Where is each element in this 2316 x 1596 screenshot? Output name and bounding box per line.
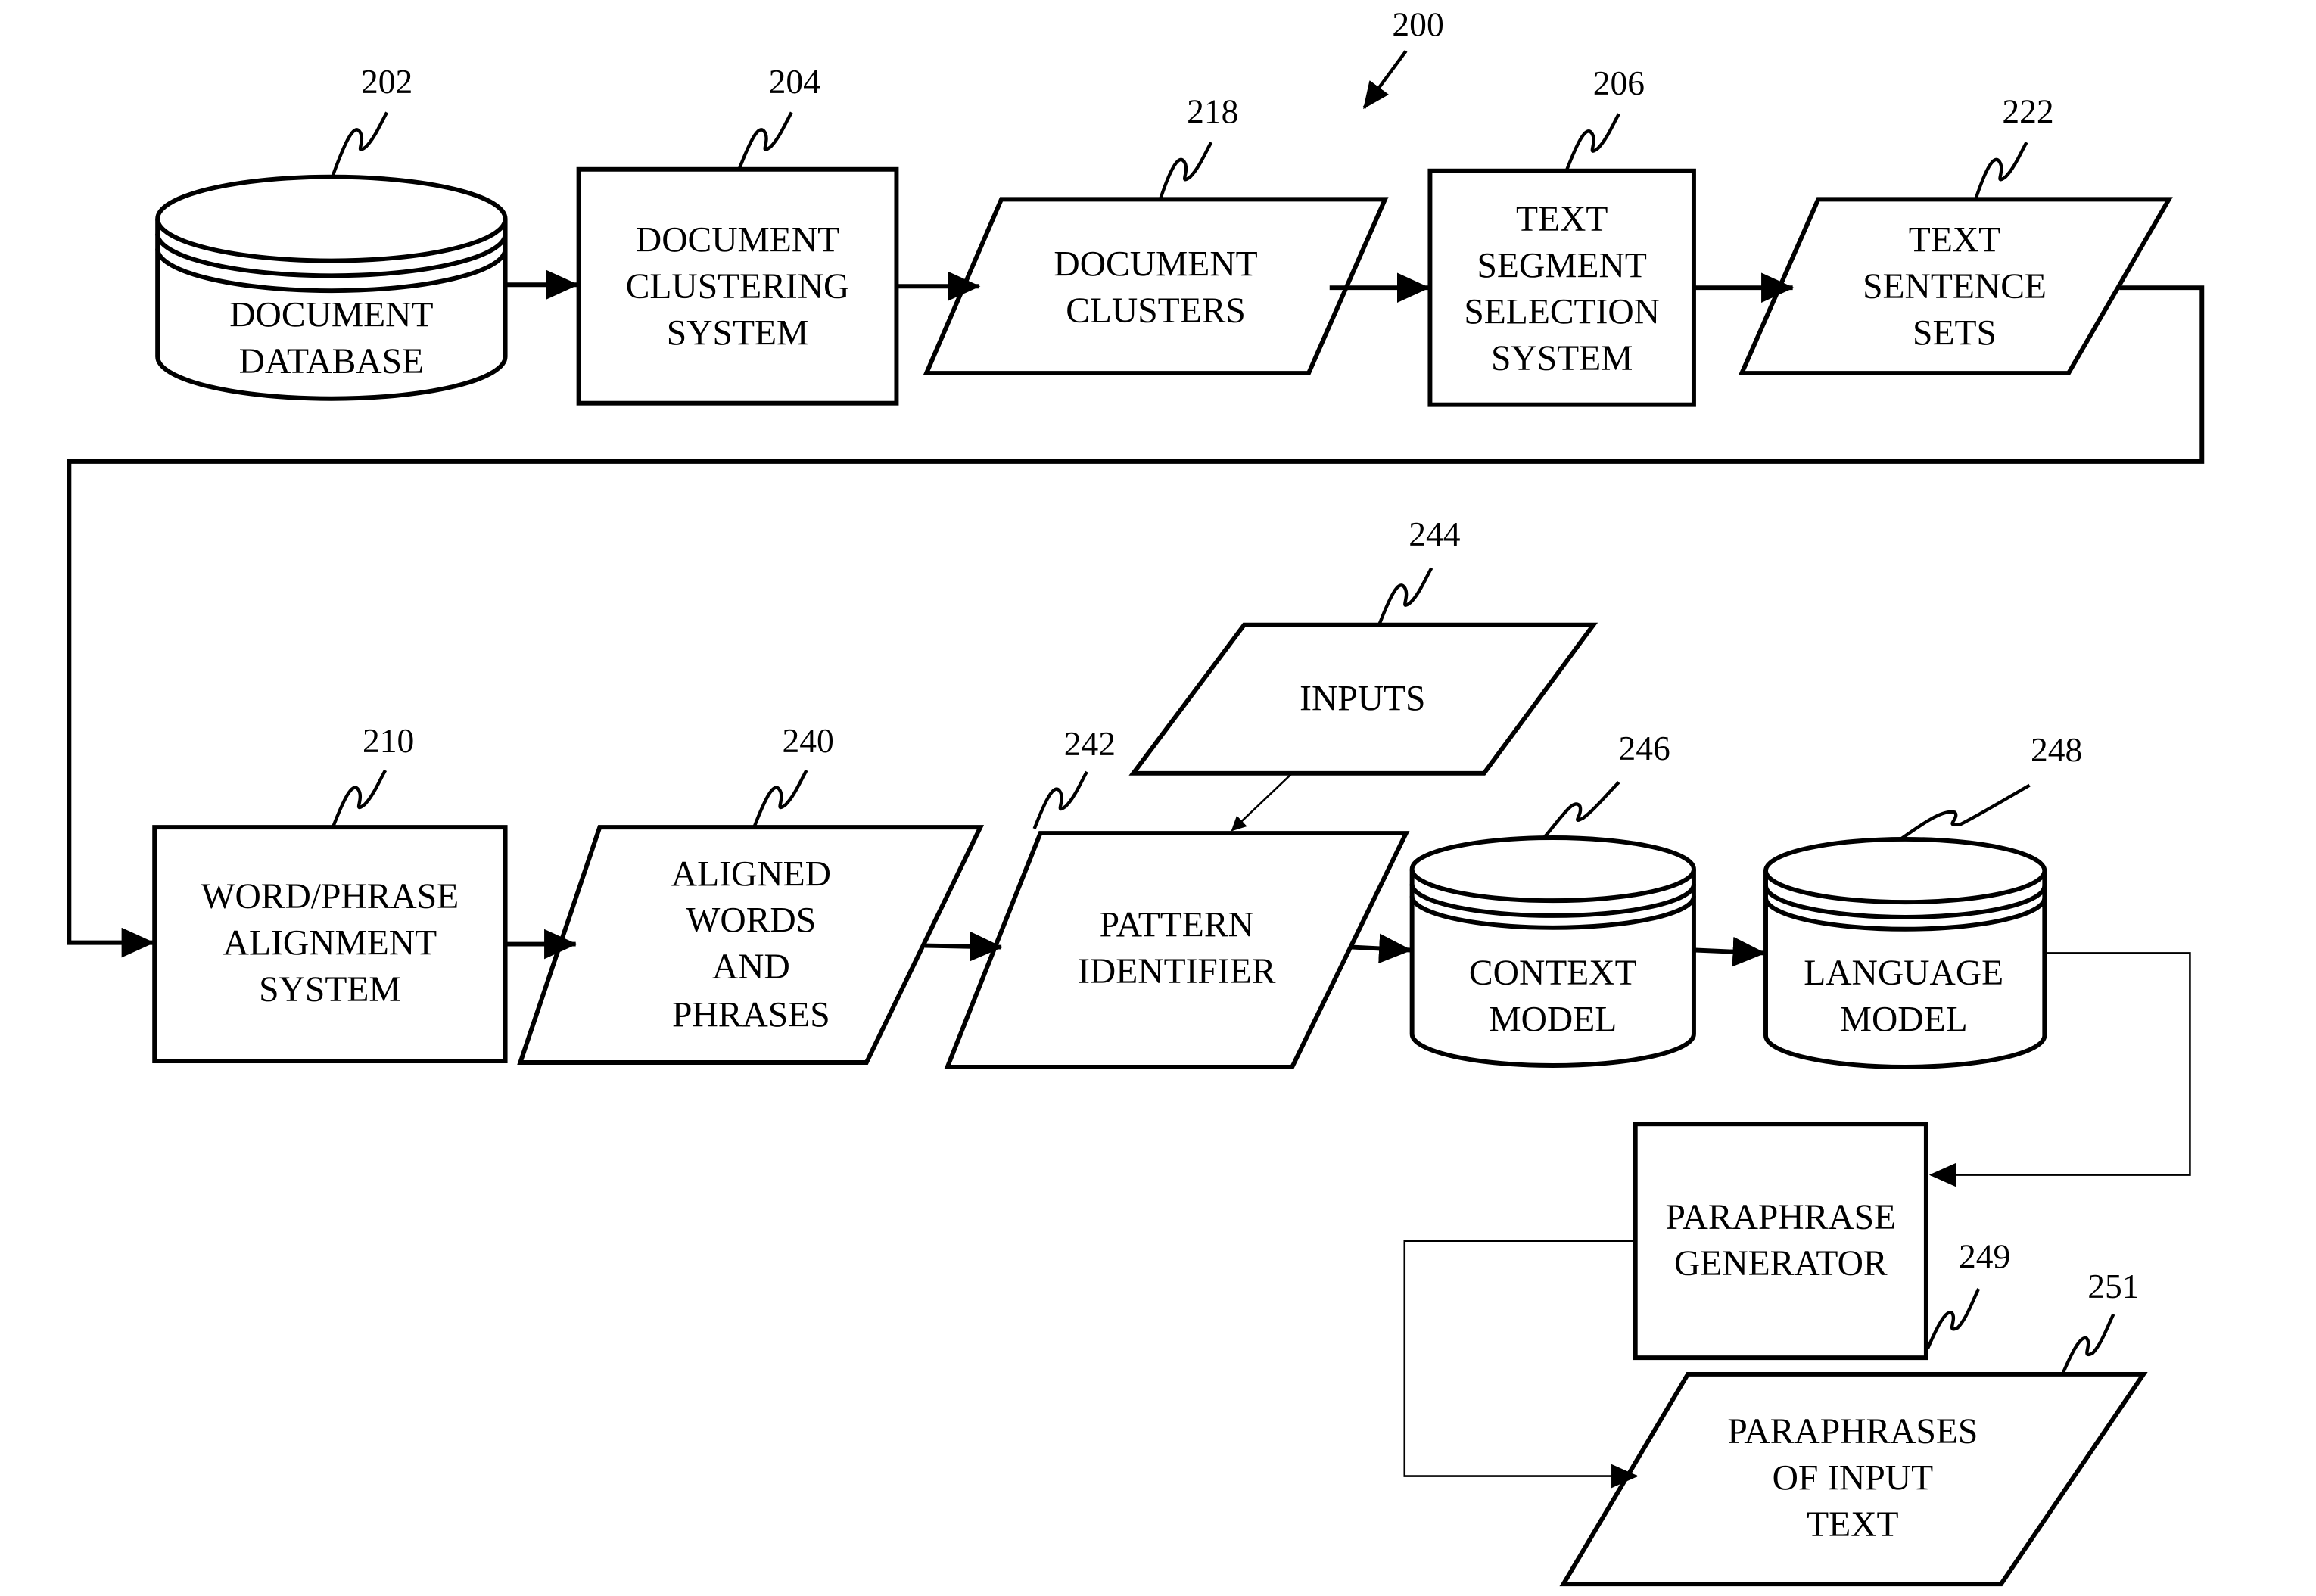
figure-ref-label: 200 <box>1392 5 1443 44</box>
node-label-line: PHRASES <box>672 995 830 1034</box>
node-ref: 222 <box>2002 92 2053 130</box>
node-ref: 240 <box>782 721 833 760</box>
ref-leader <box>1564 113 1620 172</box>
node-label-line: CONTEXT <box>1469 954 1637 993</box>
ref-leader <box>1899 783 2031 841</box>
node-label-line: DATABASE <box>239 342 424 381</box>
ref-leader <box>1974 142 2028 201</box>
ref-leader <box>737 111 793 170</box>
node-label-line: MODEL <box>1840 1000 1968 1039</box>
node-ref: 206 <box>1593 64 1645 102</box>
ref-leader <box>2061 1313 2115 1375</box>
node-label-line: TEXT <box>1807 1505 1898 1545</box>
node-label-line: SEGMENT <box>1477 246 1646 285</box>
node-label-line: SYSTEM <box>667 313 808 353</box>
node-label-line: INPUTS <box>1300 680 1425 719</box>
ref-leader <box>1377 567 1433 626</box>
figure-reference: 200 <box>1362 5 1444 110</box>
node-label-line: GENERATOR <box>1674 1244 1888 1283</box>
node-label-line: TEXT <box>1516 200 1608 239</box>
ref-leader <box>331 111 389 176</box>
ref-leader <box>1925 1288 1981 1350</box>
node-ref: 204 <box>769 62 821 101</box>
node-ref: 248 <box>2031 730 2082 769</box>
node-context-model: CONTEXT MODEL 246 <box>1409 729 1696 1068</box>
node-label-line: CLUSTERING <box>626 267 850 306</box>
node-ref: 210 <box>363 721 414 760</box>
ref-leader <box>331 769 388 828</box>
node-ref: 251 <box>2087 1267 2139 1305</box>
node-label-line: MODEL <box>1489 1000 1617 1039</box>
ref-leader <box>1032 770 1088 829</box>
node-label-line: ALIGNED <box>671 854 831 894</box>
node-label-line: SENTENCE <box>1863 267 2047 306</box>
node-label-line: WORDS <box>686 901 817 941</box>
node-label-line: SYSTEM <box>259 970 400 1010</box>
node-label-line: PATTERN <box>1100 906 1254 945</box>
node-document-clustering-system: DOCUMENT CLUSTERING SYSTEM 204 <box>576 62 899 406</box>
node-document-database: DOCUMENT DATABASE 202 <box>155 62 508 401</box>
node-label-line: OF INPUT <box>1773 1458 1934 1498</box>
node-aligned-words-and-phrases: ALIGNED WORDS AND PHRASES 240 <box>517 721 985 1065</box>
node-word-phrase-alignment-system: WORD/PHRASE ALIGNMENT SYSTEM 210 <box>152 721 508 1064</box>
edge-arrow-inputs <box>1231 772 1293 832</box>
node-label-line: AND <box>712 947 790 987</box>
ref-leader <box>1542 781 1620 839</box>
node-label-line: IDENTIFIER <box>1078 952 1276 991</box>
node-text-sentence-sets: TEXT SENTENCE SETS 222 <box>1738 92 2173 376</box>
node-label-line: SETS <box>1913 313 1997 353</box>
edge-arrow <box>1352 933 1412 964</box>
edge-arrow <box>1695 936 1767 967</box>
node-ref: 242 <box>1064 724 1116 763</box>
node-document-clusters: DOCUMENT CLUSTERS 218 <box>923 92 1389 376</box>
node-label-line: PARAPHRASES <box>1727 1412 1978 1451</box>
node-ref: 246 <box>1618 729 1670 767</box>
node-label-line: CLUSTERS <box>1066 291 1246 331</box>
node-label-line: TEXT <box>1909 221 2000 260</box>
node-inputs: INPUTS 244 <box>1128 515 1598 776</box>
ref-leader <box>752 769 808 828</box>
node-text-segment-selection-system: TEXT SEGMENT SELECTION SYSTEM 206 <box>1427 64 1696 407</box>
node-ref: 202 <box>361 62 412 101</box>
node-label-line: DOCUMENT <box>229 296 433 335</box>
edge-arrow-to-output <box>1403 1240 1639 1489</box>
node-label-line: SYSTEM <box>1491 339 1633 378</box>
node-label-line: PARAPHRASE <box>1666 1198 1897 1237</box>
node-ref: 249 <box>1959 1237 2010 1275</box>
node-language-model: LANGUAGE MODEL 248 <box>1763 730 2082 1069</box>
figure-ref-arrow <box>1362 50 1408 110</box>
node-label-line: WORD/PHRASE <box>201 877 459 916</box>
edge-arrow <box>925 931 1004 962</box>
node-ref: 218 <box>1187 92 1238 130</box>
node-label-line: SELECTION <box>1464 293 1660 332</box>
node-label-line: LANGUAGE <box>1804 954 2003 993</box>
ref-leader <box>1158 142 1213 201</box>
node-ref: 244 <box>1409 515 1461 553</box>
node-label-line: DOCUMENT <box>636 221 839 260</box>
node-label-line: ALIGNMENT <box>223 923 437 963</box>
node-pattern-identifier: PATTERN IDENTIFIER 242 <box>944 724 1410 1069</box>
node-label-line: DOCUMENT <box>1054 244 1257 284</box>
node-paraphrase-generator: PARAPHRASE GENERATOR 249 <box>1633 1122 2010 1361</box>
flow-diagram: 200 DOCUMENT DATABASE 202 DOCUMENT CLUST… <box>67 5 2205 1587</box>
